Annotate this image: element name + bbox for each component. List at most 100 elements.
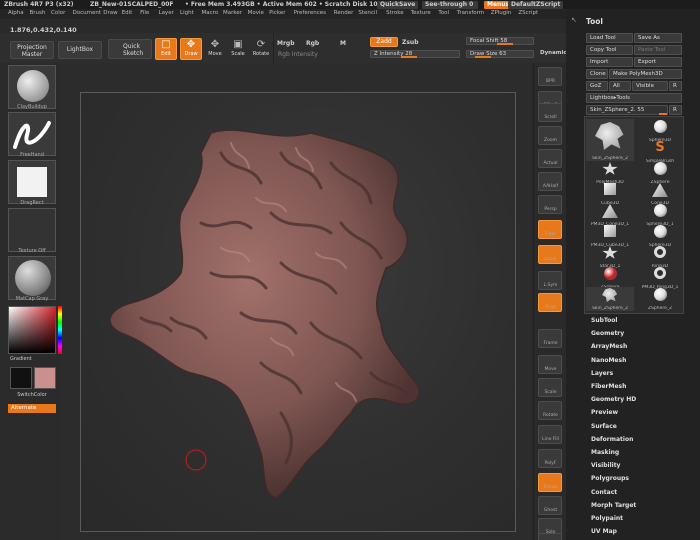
menu-texture[interactable]: Texture [411, 10, 431, 16]
menu-macro[interactable]: Macro [202, 10, 219, 16]
export-button[interactable]: Export [634, 57, 682, 67]
menu-preferences[interactable]: Preferences [294, 10, 326, 16]
import-button[interactable]: Import [586, 57, 633, 67]
gradient-label[interactable]: Gradient [10, 356, 58, 362]
menu-edit[interactable]: Edit [122, 10, 133, 16]
secondary-color-swatch[interactable] [34, 367, 56, 389]
persp-button-label: Persp [544, 207, 557, 212]
menu-stroke[interactable]: Stroke [386, 10, 404, 16]
mrgb-button[interactable]: Mrgb [277, 40, 295, 47]
clone-button[interactable]: Clone [586, 69, 608, 79]
z-intensity-knob[interactable] [401, 56, 417, 58]
menu-transform[interactable]: Transform [457, 10, 484, 16]
main-color-swatch[interactable] [10, 367, 32, 389]
move-button[interactable]: ✥ Move [205, 38, 225, 60]
draw-button[interactable]: ✥ Draw [180, 38, 202, 60]
title-bar: ZBrush 4R7 P3 (x32) ZB_New-01SCALPED_00F… [0, 0, 700, 9]
collapse-icon[interactable]: ↖ [571, 16, 577, 24]
subpalette-geometry-hd[interactable]: Geometry HD [591, 396, 636, 403]
focal-shift-slider[interactable]: Focal Shift 58 [466, 37, 534, 45]
edit-button[interactable]: □ Edit [155, 38, 177, 60]
draw-size-slider[interactable]: Draw Size 63 [466, 50, 534, 58]
subpalette-polygroups[interactable]: Polygroups [591, 475, 629, 482]
brush-selector[interactable] [8, 65, 56, 109]
sphere-icon [654, 120, 667, 133]
make-polymesh3d-button[interactable]: Make PolyMesh3D [609, 69, 682, 79]
texture-selector[interactable] [8, 208, 56, 252]
lightbox-button[interactable]: LightBox [58, 41, 102, 59]
projection-master-button[interactable]: Projection Master [10, 41, 54, 59]
menu-movie[interactable]: Movie [248, 10, 264, 16]
subpalette-masking[interactable]: Masking [591, 449, 619, 456]
tool-thumb-zsphere-2[interactable]: ZSphere_2 [636, 287, 684, 311]
document-viewport[interactable] [80, 92, 516, 532]
menu-alpha[interactable]: Alpha [8, 10, 24, 16]
load-tool-button[interactable]: Load Tool [586, 33, 633, 43]
subpalette-preview[interactable]: Preview [591, 409, 618, 416]
menu-light[interactable]: Light [180, 10, 194, 16]
subpalette-polypaint[interactable]: Polypaint [591, 515, 623, 522]
menu-zplugin[interactable]: ZPlugin [491, 10, 512, 16]
r-button[interactable]: R [669, 81, 682, 91]
edit-label: Edit [161, 51, 171, 57]
current-tool-slider[interactable]: Skin_ZSphere_2. 55 [586, 105, 668, 115]
focal-shift-knob[interactable] [497, 43, 513, 45]
subpalette-subtool[interactable]: SubTool [591, 317, 617, 324]
subpalette-morph-target[interactable]: Morph Target [591, 502, 636, 509]
tool-thumb-skin-zsphere-2[interactable]: Skin_ZSphere_2 [586, 119, 634, 161]
tool-thumb-skin-zsphere-2[interactable]: Skin_ZSphere_2 [586, 287, 634, 311]
subpalette-deformation[interactable]: Deformation [591, 436, 633, 443]
alpha-selector[interactable] [8, 160, 56, 204]
zadd-button[interactable]: Zadd [370, 37, 398, 47]
xpose-button[interactable] [538, 533, 562, 540]
switchcolor-button[interactable]: SwitchColor [8, 392, 56, 398]
m-button[interactable]: M [340, 40, 346, 47]
menu-layer[interactable]: Layer [159, 10, 174, 16]
draw-size-knob[interactable] [475, 56, 491, 58]
copy-tool-button[interactable]: Copy Tool [586, 45, 633, 55]
save-as-button[interactable]: Save As [634, 33, 682, 43]
quick-sketch-button[interactable]: Quick Sketch [108, 39, 152, 59]
menu-marker[interactable]: Marker [223, 10, 242, 16]
goz-button[interactable]: GoZ [586, 81, 608, 91]
subpalette-visibility[interactable]: Visibility [591, 462, 620, 469]
menu-brush[interactable]: Brush [30, 10, 46, 16]
rgb-intensity-slider[interactable]: Rgb Intensity [278, 51, 318, 58]
scale-button[interactable]: ▣ Scale [228, 38, 248, 60]
rotate-button[interactable]: ⟳ Rotate [251, 38, 271, 60]
stroke-selector[interactable] [8, 112, 56, 156]
menu-file[interactable]: File [140, 10, 149, 16]
menu-render[interactable]: Render [334, 10, 354, 16]
r-button-2[interactable]: R [669, 105, 682, 115]
visible-button[interactable]: Visible [632, 81, 668, 91]
all-button[interactable]: All [609, 81, 631, 91]
subpalette-uv-map[interactable]: UV Map [591, 528, 617, 535]
default-zscript-button[interactable]: DefaultZScript [508, 1, 564, 9]
material-selector[interactable] [8, 256, 56, 300]
menu-tool[interactable]: Tool [438, 10, 449, 16]
menu-color[interactable]: Color [51, 10, 65, 16]
subpalette-surface[interactable]: Surface [591, 423, 617, 430]
dynamic-button[interactable]: Dynamic [540, 50, 567, 56]
see-through-slider[interactable]: See-through 0 [422, 1, 478, 9]
alternate-button[interactable]: Alternate [8, 404, 56, 413]
subpalette-geometry[interactable]: Geometry [591, 330, 624, 337]
rgb-button[interactable]: Rgb [306, 40, 319, 47]
menu-zscript[interactable]: ZScript [518, 10, 538, 16]
menu-document[interactable]: Document [73, 10, 102, 16]
lightbox-tools-button[interactable]: Lightbox▸Tools [586, 93, 682, 103]
menu-draw[interactable]: Draw [103, 10, 117, 16]
color-picker[interactable] [8, 306, 56, 354]
subpalette-contact[interactable]: Contact [591, 489, 617, 496]
subpalette-nanomesh[interactable]: NanoMesh [591, 357, 626, 364]
paste-tool-button[interactable]: Paste Tool [634, 45, 682, 55]
menu-stencil[interactable]: Stencil [358, 10, 377, 16]
menu-picker[interactable]: Picker [269, 10, 285, 16]
current-tool-knob[interactable] [659, 113, 667, 115]
z-intensity-slider[interactable]: Z Intensity 28 [370, 50, 460, 58]
subpalette-arraymesh[interactable]: ArrayMesh [591, 343, 627, 350]
quicksave-button[interactable]: QuickSave [377, 1, 419, 9]
zsub-button[interactable]: Zsub [402, 39, 419, 46]
subpalette-layers[interactable]: Layers [591, 370, 613, 377]
subpalette-fibermesh[interactable]: FiberMesh [591, 383, 626, 390]
